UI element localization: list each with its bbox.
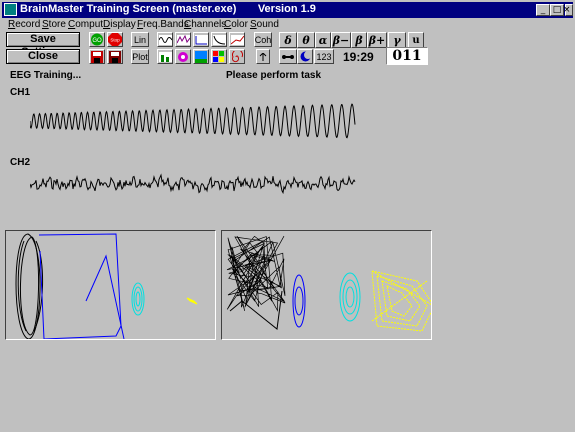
save-disk-button[interactable] <box>89 49 105 64</box>
trend-display-button[interactable] <box>193 32 209 47</box>
phase-plot-left <box>15 233 198 339</box>
decay-icon <box>212 34 226 45</box>
color-display-button[interactable] <box>211 49 227 64</box>
session-counter: 011 <box>386 47 428 65</box>
floppy-icon <box>109 50 121 63</box>
graph-display-button[interactable] <box>229 32 245 47</box>
target-display-button[interactable] <box>175 49 191 64</box>
line-graph-icon <box>230 34 244 45</box>
scene-icon <box>195 50 207 63</box>
go-button[interactable]: GO <box>89 32 105 47</box>
menu-display[interactable]: Display <box>103 18 136 32</box>
target-icon <box>178 51 188 62</box>
close-window-button[interactable]: × <box>563 4 573 16</box>
svg-text:Stop: Stop <box>110 38 120 43</box>
feedback-panel-right <box>221 230 432 340</box>
menu-sound[interactable]: Sound <box>250 18 279 32</box>
task-message: Please perform task <box>226 70 322 81</box>
trend-icon <box>194 34 208 45</box>
load-disk-button[interactable] <box>107 49 123 64</box>
band-delta-button[interactable]: δ <box>279 32 297 48</box>
band-u-button[interactable]: u <box>408 32 424 48</box>
save-settings-button[interactable]: Save Settings <box>6 32 80 58</box>
menu-record[interactable]: Record <box>8 18 40 32</box>
ch1-waveform <box>30 103 356 139</box>
bar-display-button[interactable] <box>157 49 173 64</box>
close-button[interactable]: Close <box>6 49 80 64</box>
plot-button[interactable]: Plot <box>131 49 149 64</box>
clock-display: 19:29 <box>343 50 374 64</box>
band-alpha-button[interactable]: α <box>315 32 331 48</box>
menu-comput[interactable]: Comput <box>68 18 103 32</box>
color-squares-icon <box>213 50 224 62</box>
title-bar: BrainMaster Training Screen (master.exe)… <box>2 2 573 18</box>
connect-button[interactable] <box>279 49 297 64</box>
svg-text:GO: GO <box>92 38 102 44</box>
ch2-waveform <box>30 173 356 195</box>
menu-bar: Record Store Comput Display Freq.Bands C… <box>2 18 573 32</box>
numeric-button[interactable]: 123 <box>314 49 334 64</box>
connector-icon <box>282 54 294 59</box>
menu-color[interactable]: Color <box>224 18 248 32</box>
ch2-label: CH2 <box>10 157 31 168</box>
floppy-red-icon <box>91 50 103 63</box>
menu-store[interactable]: Store <box>42 18 66 32</box>
band-theta-button[interactable]: θ <box>297 32 315 48</box>
app-icon <box>4 3 17 16</box>
waveform-icon <box>158 34 172 45</box>
band-beta-high-button[interactable]: β+ <box>367 32 387 48</box>
band-gamma-button[interactable]: γ <box>388 32 406 48</box>
spectrum-display-button[interactable] <box>175 32 191 47</box>
lin-button[interactable]: Lin <box>131 32 149 47</box>
coh-button[interactable]: Coh <box>254 32 272 47</box>
decay-display-button[interactable] <box>211 32 227 47</box>
feedback-panel-left <box>5 230 216 340</box>
wave-display-button[interactable] <box>157 32 173 47</box>
scene-display-button[interactable] <box>193 49 209 64</box>
go-icon: GO <box>91 33 103 46</box>
moon-button[interactable] <box>297 49 313 64</box>
minimize-button[interactable]: _ <box>536 4 550 16</box>
sound-display-button[interactable] <box>229 49 245 64</box>
menu-freq-bands[interactable]: Freq.Bands <box>137 18 189 32</box>
band-beta-button[interactable]: β <box>351 32 367 48</box>
ch1-label: CH1 <box>10 87 31 98</box>
moon-icon <box>300 51 311 62</box>
main-window: BrainMaster Training Screen (master.exe)… <box>0 0 575 432</box>
spectrum-icon <box>176 34 190 45</box>
phase-plot-right <box>226 235 431 332</box>
window-title: BrainMaster Training Screen (master.exe)… <box>20 3 316 15</box>
bar-chart-icon <box>158 51 172 62</box>
menu-channels[interactable]: Channels <box>184 18 226 32</box>
maximize-button[interactable]: □ <box>550 4 564 16</box>
small-arrow-button[interactable] <box>256 49 270 64</box>
stop-icon: Stop <box>108 33 122 46</box>
band-beta-low-button[interactable]: β− <box>331 32 351 48</box>
spiral-icon <box>232 50 243 62</box>
arrow-up-icon <box>259 52 267 61</box>
status-message: EEG Training... <box>10 70 82 81</box>
stop-button[interactable]: Stop <box>107 32 123 47</box>
